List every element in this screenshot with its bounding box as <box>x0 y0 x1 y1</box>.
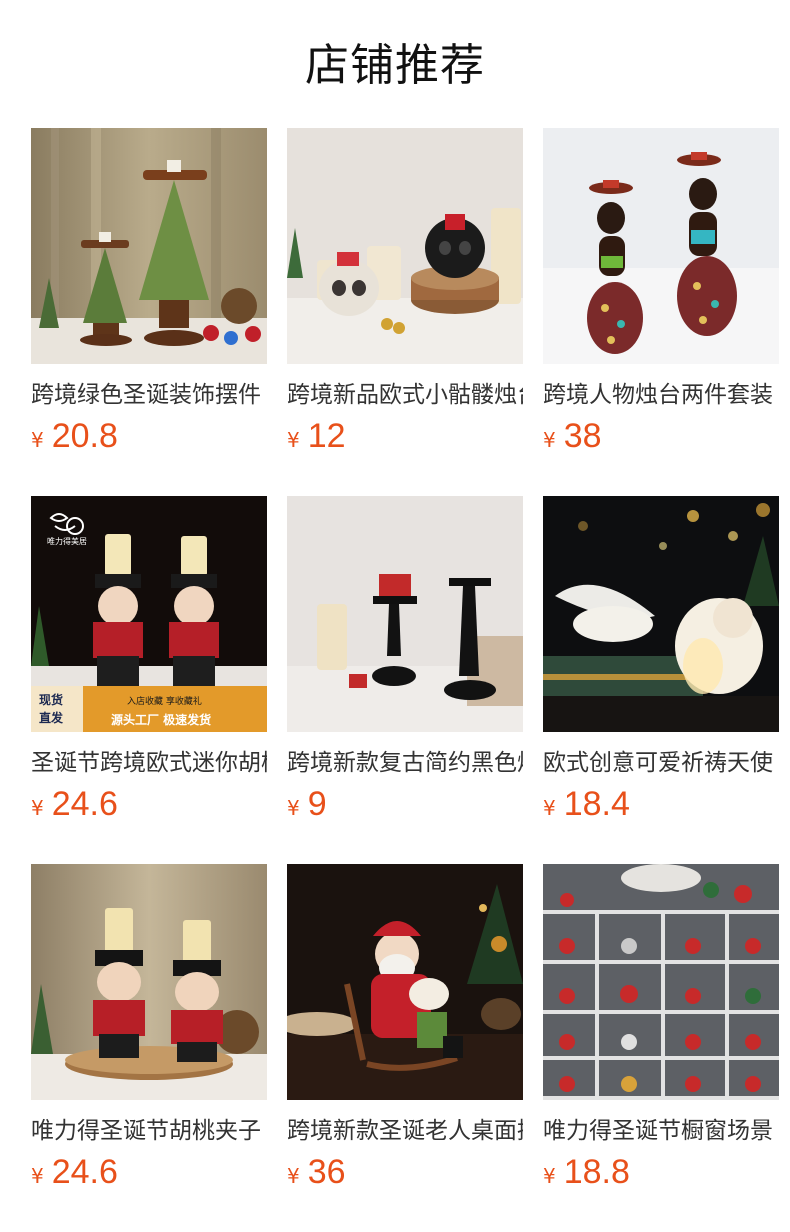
product-price: ¥9 <box>287 784 523 824</box>
product-title[interactable]: 圣诞节跨境欧式迷你胡桃夹子 <box>31 746 267 780</box>
currency-symbol: ¥ <box>287 1164 300 1188</box>
product-price: ¥20.8 <box>31 416 267 456</box>
product-title[interactable]: 跨境人物烛台两件套装 <box>543 378 779 412</box>
banner-line1: 入店收藏 享收藏礼 <box>127 695 202 707</box>
product-image[interactable] <box>287 864 523 1100</box>
product-price: ¥24.6 <box>31 784 267 824</box>
price-amount: 9 <box>307 785 327 823</box>
product-card[interactable]: 跨境新品欧式小骷髅烛台 ¥12 <box>287 128 523 468</box>
product-image[interactable] <box>31 864 267 1100</box>
product-image[interactable]: 唯力得美居 现货 直发 入店收藏 享收藏礼 源头工厂 极速发货 <box>31 496 267 732</box>
currency-symbol: ¥ <box>543 796 556 820</box>
currency-symbol: ¥ <box>287 796 300 820</box>
price-amount: 18.8 <box>563 1153 630 1191</box>
product-image[interactable] <box>31 128 267 364</box>
product-price: ¥38 <box>543 416 779 456</box>
price-amount: 18.4 <box>563 785 630 823</box>
product-card[interactable]: 跨境绿色圣诞装饰摆件 ¥20.8 <box>31 128 267 468</box>
badge-line2: 直发 <box>39 710 64 725</box>
product-title[interactable]: 跨境新款圣诞老人桌面摆件 <box>287 1114 523 1148</box>
product-title[interactable]: 跨境绿色圣诞装饰摆件 <box>31 378 267 412</box>
currency-symbol: ¥ <box>543 1164 556 1188</box>
currency-symbol: ¥ <box>31 1164 44 1188</box>
product-card[interactable]: 唯力得美居 现货 直发 入店收藏 享收藏礼 源头工厂 极速发货 圣诞节跨境欧式迷… <box>31 496 267 836</box>
brand-text: 唯力得美居 <box>47 536 87 546</box>
price-amount: 24.6 <box>51 785 118 823</box>
product-price: ¥24.6 <box>31 1152 267 1192</box>
banner-line2: 源头工厂 极速发货 <box>111 712 211 727</box>
product-price: ¥18.4 <box>543 784 779 824</box>
product-image[interactable] <box>543 864 779 1100</box>
price-amount: 20.8 <box>51 417 118 455</box>
price-amount: 38 <box>563 417 602 455</box>
product-price: ¥18.8 <box>543 1152 779 1192</box>
product-title[interactable]: 跨境新品欧式小骷髅烛台 <box>287 378 523 412</box>
currency-symbol: ¥ <box>287 428 300 452</box>
product-image[interactable] <box>543 128 779 364</box>
product-price: ¥12 <box>287 416 523 456</box>
price-amount: 36 <box>307 1153 346 1191</box>
price-amount: 12 <box>307 417 346 455</box>
product-price: ¥36 <box>287 1152 523 1192</box>
page-title: 店铺推荐 <box>305 40 485 91</box>
product-image[interactable] <box>287 128 523 364</box>
product-title[interactable]: 唯力得圣诞节胡桃夹子 <box>31 1114 267 1148</box>
product-card[interactable]: 唯力得圣诞节橱窗场景 ¥18.8 <box>543 864 779 1204</box>
product-title[interactable]: 欧式创意可爱祈祷天使 <box>543 746 779 780</box>
currency-symbol: ¥ <box>31 796 44 820</box>
product-image[interactable] <box>287 496 523 732</box>
product-card[interactable]: 跨境新款圣诞老人桌面摆件 ¥36 <box>287 864 523 1204</box>
currency-symbol: ¥ <box>31 428 44 452</box>
product-image[interactable] <box>543 496 779 732</box>
product-card[interactable]: 跨境人物烛台两件套装 ¥38 <box>543 128 779 468</box>
product-card[interactable]: 唯力得圣诞节胡桃夹子 ¥24.6 <box>31 864 267 1204</box>
badge-line1: 现货 <box>39 692 63 707</box>
product-title[interactable]: 跨境新款复古简约黑色烛台 <box>287 746 523 780</box>
price-amount: 24.6 <box>51 1153 118 1191</box>
product-title[interactable]: 唯力得圣诞节橱窗场景 <box>543 1114 779 1148</box>
product-card[interactable]: 跨境新款复古简约黑色烛台 ¥9 <box>287 496 523 836</box>
product-card[interactable]: 欧式创意可爱祈祷天使 ¥18.4 <box>543 496 779 836</box>
currency-symbol: ¥ <box>543 428 556 452</box>
